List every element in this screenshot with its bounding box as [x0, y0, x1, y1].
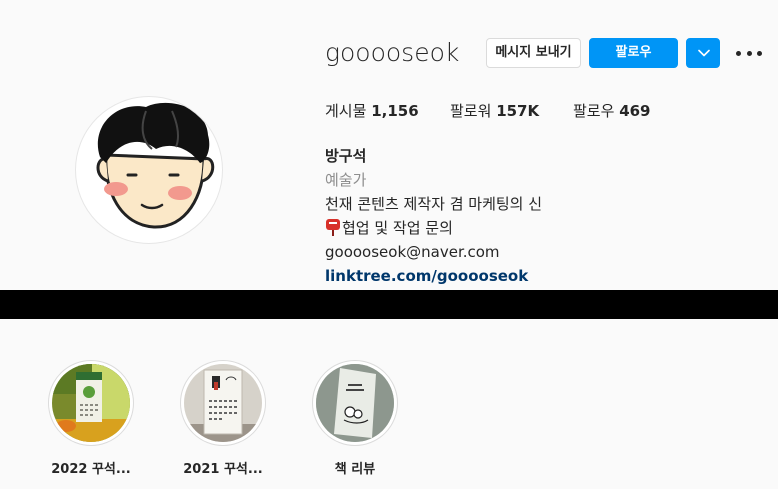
stat-followers-label: 팔로워: [450, 102, 492, 120]
highlight-item[interactable]: 2022 꾸석...: [31, 360, 151, 477]
profile-category: 예술가: [325, 171, 367, 189]
profile-page: gooooseok 메시지 보내기 팔로우 게시물 1,156 팔로워 157K…: [0, 0, 778, 489]
highlight-label: 책 리뷰: [334, 462, 376, 477]
more-options-icon[interactable]: [736, 43, 762, 63]
stat-posts-value: 1,156: [371, 102, 419, 120]
stat-followers[interactable]: 팔로워 157K: [450, 100, 539, 121]
bio-link[interactable]: linktree.com/gooooseok: [325, 264, 542, 288]
highlight-ring: [180, 360, 266, 446]
mailbox-emoji-icon: [326, 219, 340, 236]
follow-button[interactable]: 팔로우: [589, 38, 678, 68]
highlight-label: 2021 꾸석...: [183, 462, 263, 477]
bio-email: gooooseok@naver.com: [325, 243, 500, 261]
highlight-label: 2022 꾸석...: [51, 462, 131, 477]
highlight-cover-image: [316, 364, 394, 442]
stat-posts: 게시물 1,156: [325, 100, 419, 121]
cartoon-face-illustration: [96, 102, 215, 229]
send-message-button[interactable]: 메시지 보내기: [486, 38, 581, 68]
highlight-ring: [312, 360, 398, 446]
highlight-item[interactable]: 책 리뷰: [295, 360, 415, 477]
stat-following-label: 팔로우: [573, 102, 615, 120]
profile-bio: 방구석 예술가 천재 콘텐츠 제작자 겸 마케팅의 신 협업 및 작업 문의 g…: [325, 144, 542, 288]
highlight-ring: [48, 360, 134, 446]
stat-posts-label: 게시물: [325, 102, 367, 120]
highlight-item[interactable]: 2021 꾸석...: [163, 360, 283, 477]
stat-following[interactable]: 팔로우 469: [573, 100, 651, 121]
profile-display-name: 방구석: [325, 147, 367, 165]
highlight-cover-image: [52, 364, 130, 442]
profile-avatar[interactable]: [75, 96, 223, 244]
stat-followers-value: 157K: [496, 102, 540, 120]
stat-following-value: 469: [619, 102, 651, 120]
chevron-down-icon: [698, 49, 710, 57]
bio-line-1: 천재 콘텐츠 제작자 겸 마케팅의 신: [325, 195, 543, 213]
profile-username: gooooseok: [325, 38, 460, 67]
suggested-accounts-button[interactable]: [686, 38, 720, 68]
highlight-cover-image: [184, 364, 262, 442]
bio-line-2-text: 협업 및 작업 문의: [342, 219, 453, 237]
bio-line-2: 협업 및 작업 문의: [325, 216, 542, 240]
section-divider-band: [0, 290, 778, 319]
